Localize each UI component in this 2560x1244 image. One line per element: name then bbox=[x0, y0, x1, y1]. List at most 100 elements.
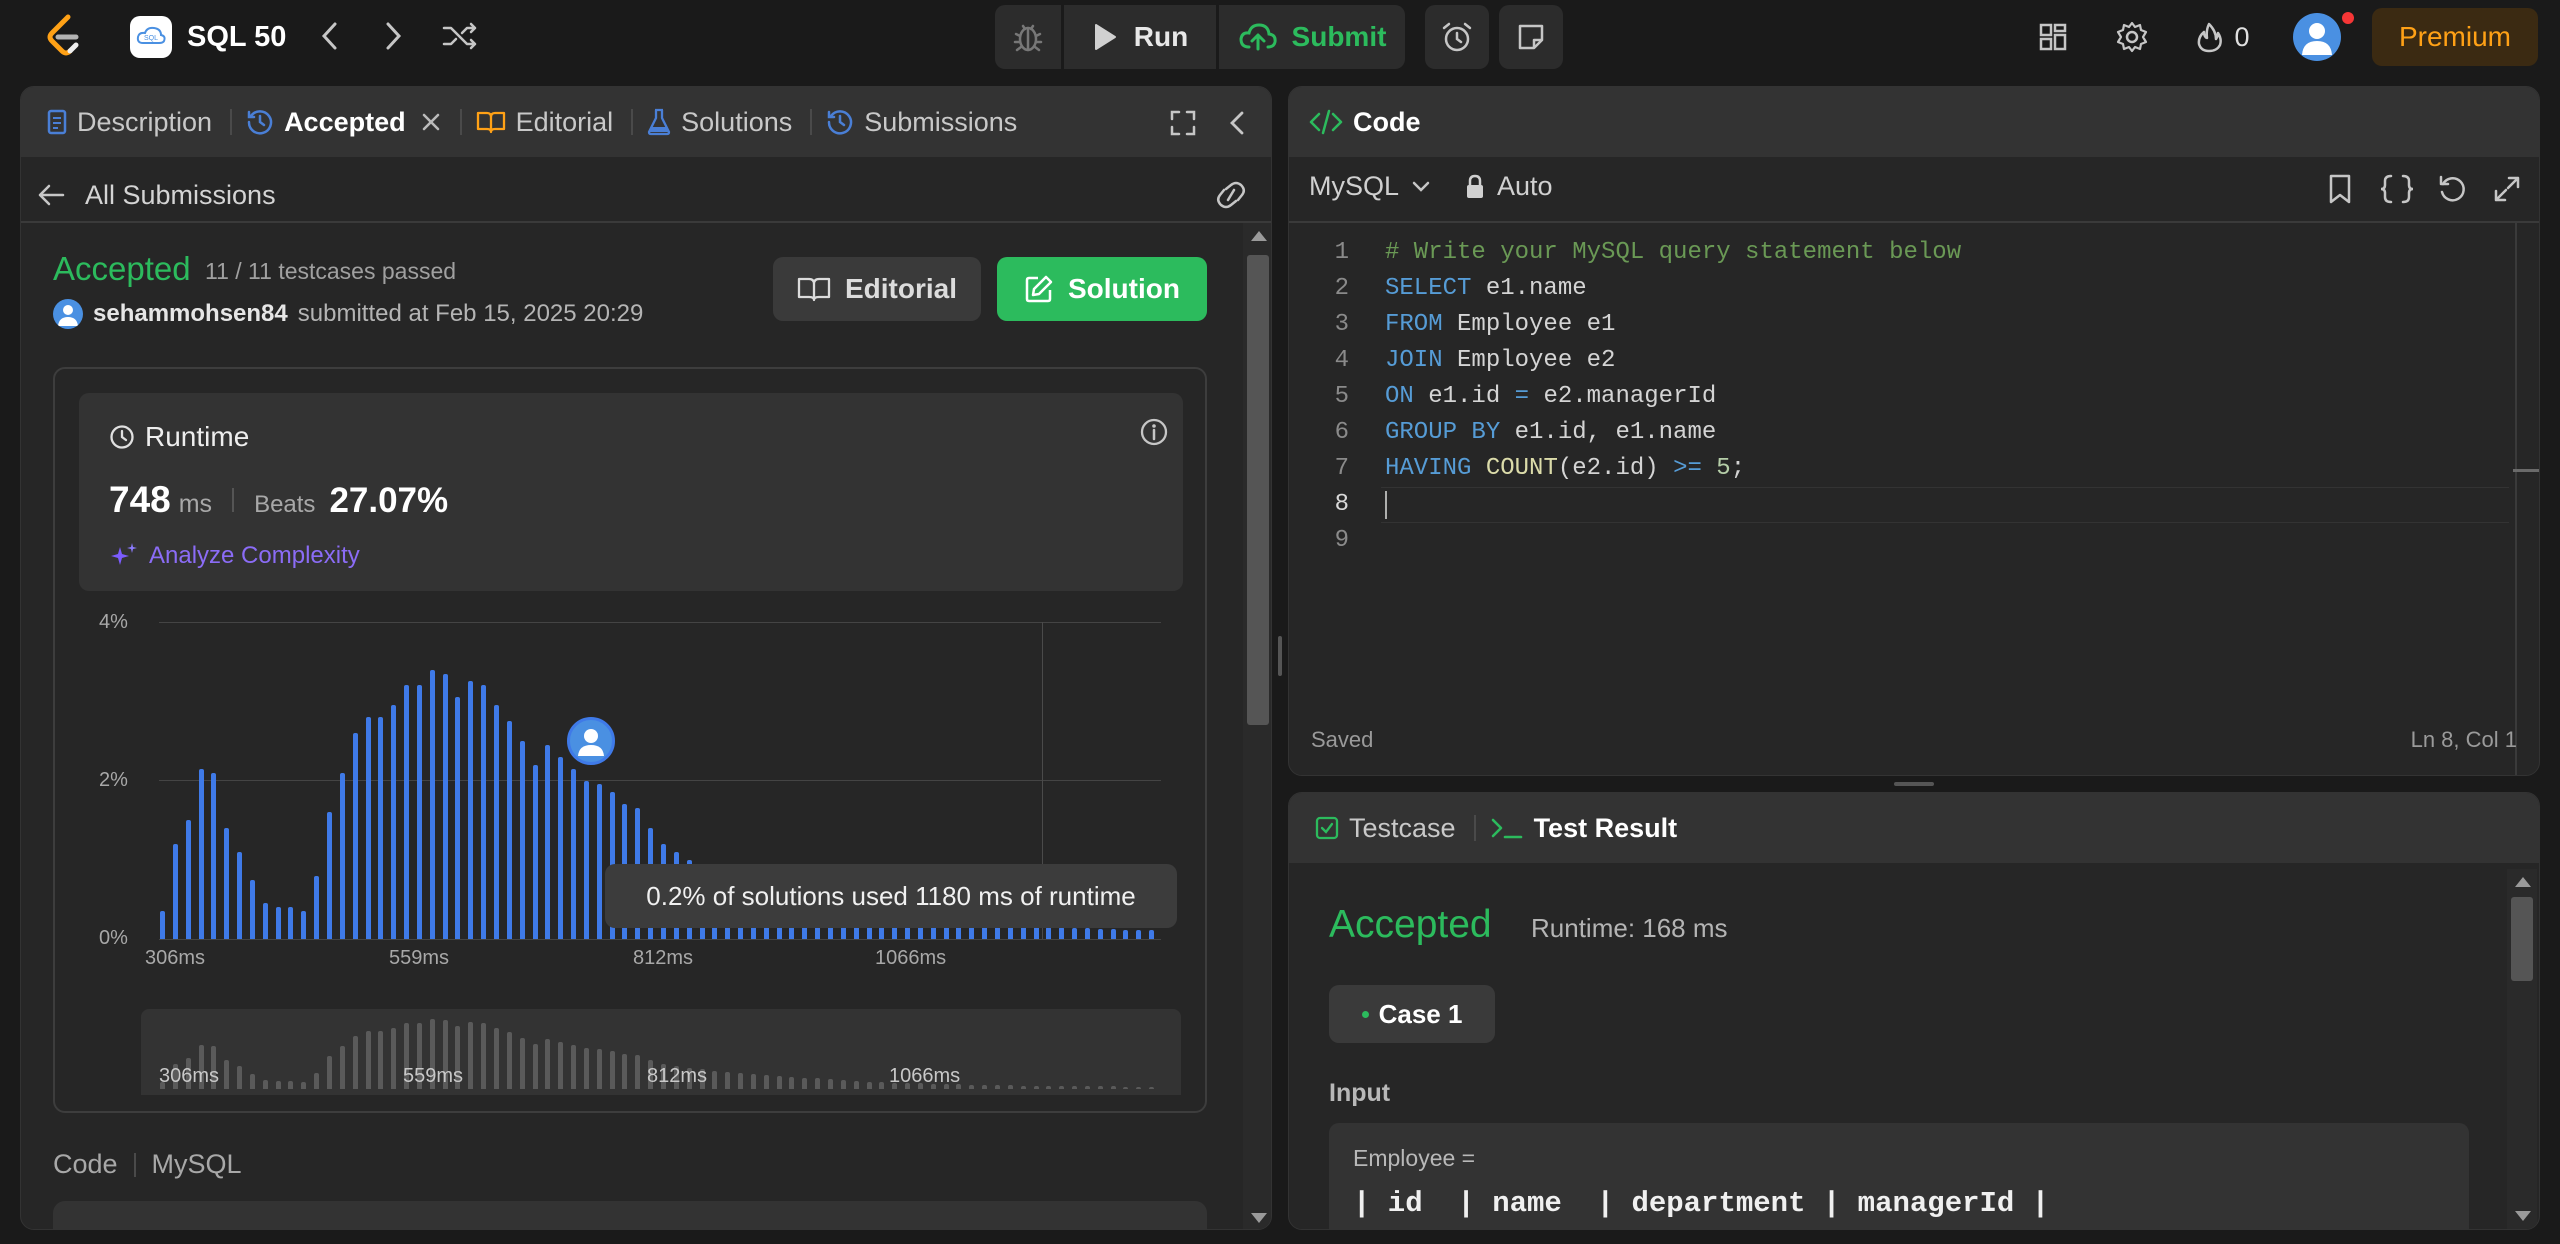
streak-counter[interactable]: 0 bbox=[2188, 16, 2258, 58]
notes-button[interactable] bbox=[1499, 5, 1563, 69]
tab-submissions[interactable]: Submissions bbox=[812, 87, 1035, 157]
avatar[interactable] bbox=[53, 299, 83, 329]
premium-button[interactable]: Premium bbox=[2372, 8, 2538, 66]
runtime-bar[interactable] bbox=[1084, 927, 1090, 939]
runtime-bar[interactable] bbox=[1097, 928, 1103, 939]
format-braces-icon[interactable] bbox=[2379, 173, 2415, 210]
solution-button[interactable]: Solution bbox=[997, 257, 1207, 321]
runtime-bar[interactable] bbox=[596, 784, 602, 939]
runtime-bar[interactable] bbox=[416, 685, 422, 939]
runtime-bar[interactable] bbox=[506, 721, 512, 939]
runtime-bar[interactable] bbox=[339, 772, 345, 939]
sql-study-plan-icon[interactable]: SQL bbox=[130, 16, 172, 58]
result-scrollbar-thumb[interactable] bbox=[2511, 897, 2533, 981]
runtime-bar[interactable] bbox=[160, 911, 165, 939]
info-icon[interactable] bbox=[1139, 417, 1169, 452]
code-editor[interactable]: 1 2 3 4 5 6 7 8 9 # Write your MySQL query state… bbox=[1289, 235, 2511, 675]
maximize-icon[interactable] bbox=[1169, 109, 1197, 142]
runtime-bar[interactable] bbox=[1123, 929, 1129, 939]
runtime-bar[interactable] bbox=[558, 756, 564, 939]
tab-accepted[interactable]: Accepted bbox=[232, 87, 460, 157]
runtime-bar[interactable] bbox=[494, 705, 499, 939]
shuffle-icon[interactable] bbox=[438, 16, 482, 56]
layout-icon[interactable] bbox=[2032, 16, 2074, 58]
runtime-bar[interactable] bbox=[468, 681, 474, 939]
runtime-bar[interactable] bbox=[172, 843, 178, 939]
my-submission-marker[interactable] bbox=[567, 717, 615, 765]
case-1-button[interactable]: Case 1 bbox=[1329, 985, 1495, 1043]
runtime-bar[interactable] bbox=[481, 685, 487, 939]
chevron-left-icon[interactable] bbox=[310, 16, 350, 56]
expand-icon[interactable] bbox=[2493, 175, 2521, 208]
runtime-bar[interactable] bbox=[1046, 927, 1052, 939]
runtime-bar[interactable] bbox=[301, 911, 307, 939]
analyze-complexity-link[interactable]: Analyze Complexity bbox=[109, 541, 360, 571]
result-scrollbar-track[interactable] bbox=[2507, 869, 2537, 1229]
runtime-bar[interactable] bbox=[429, 669, 435, 939]
avatar[interactable] bbox=[2293, 13, 2341, 61]
runtime-chart[interactable]: 4% 2% 0% 0.2% of solutions used 1180 ms … bbox=[55, 605, 1205, 969]
timer-button[interactable] bbox=[1425, 5, 1489, 69]
runtime-bar[interactable] bbox=[1072, 927, 1078, 939]
study-plan-title[interactable]: SQL 50 bbox=[187, 18, 286, 56]
bookmark-icon[interactable] bbox=[2327, 173, 2353, 210]
runtime-bar[interactable] bbox=[519, 740, 525, 939]
vertical-resizer[interactable] bbox=[1278, 636, 1282, 676]
gear-icon[interactable] bbox=[2111, 16, 2153, 58]
runtime-bar[interactable] bbox=[455, 697, 461, 939]
language-select[interactable]: MySQL bbox=[1309, 171, 1431, 202]
collapse-panel-icon[interactable] bbox=[1227, 109, 1247, 142]
reset-icon[interactable] bbox=[2437, 173, 2469, 210]
runtime-bar[interactable] bbox=[224, 828, 230, 939]
runtime-bar[interactable] bbox=[262, 903, 268, 939]
debug-button[interactable] bbox=[995, 5, 1061, 69]
close-icon[interactable] bbox=[420, 111, 442, 133]
scroll-down-arrow[interactable] bbox=[2515, 1211, 2531, 1221]
tab-code[interactable]: Code bbox=[1289, 87, 1439, 157]
left-scrollbar-thumb[interactable] bbox=[1247, 255, 1269, 725]
tab-description[interactable]: Description bbox=[21, 87, 230, 157]
runtime-bar[interactable] bbox=[185, 820, 191, 939]
runtime-bar[interactable] bbox=[404, 685, 410, 939]
runtime-bar[interactable] bbox=[1059, 927, 1065, 939]
runtime-bar[interactable] bbox=[275, 907, 281, 939]
scroll-down-arrow[interactable] bbox=[1251, 1213, 1267, 1223]
link-icon[interactable] bbox=[1213, 181, 1249, 214]
leetcode-logo[interactable] bbox=[40, 12, 88, 60]
runtime-bar[interactable] bbox=[378, 717, 384, 939]
runtime-bar[interactable] bbox=[249, 879, 255, 939]
left-scrollbar-track[interactable] bbox=[1243, 223, 1271, 1229]
runtime-bar[interactable] bbox=[1110, 928, 1116, 939]
runtime-bar[interactable] bbox=[198, 768, 204, 939]
runtime-bar[interactable] bbox=[571, 768, 577, 939]
runtime-bar[interactable] bbox=[327, 812, 332, 939]
tab-solutions[interactable]: Solutions bbox=[633, 87, 810, 157]
runtime-bar[interactable] bbox=[545, 744, 551, 939]
scroll-up-arrow[interactable] bbox=[1251, 231, 1267, 241]
chart-range-selector[interactable]: 306ms 559ms 812ms 1066ms bbox=[141, 1009, 1181, 1095]
runtime-bar[interactable] bbox=[442, 673, 448, 939]
runtime-bar[interactable] bbox=[391, 705, 397, 939]
tab-editorial[interactable]: Editorial bbox=[462, 87, 632, 157]
auto-mode[interactable]: Auto bbox=[1465, 171, 1553, 202]
scroll-up-arrow[interactable] bbox=[2515, 877, 2531, 887]
chevron-right-icon[interactable] bbox=[373, 16, 413, 56]
submit-button[interactable]: Submit bbox=[1219, 5, 1405, 69]
runtime-bar[interactable] bbox=[1149, 929, 1155, 939]
runtime-bar[interactable] bbox=[532, 764, 538, 939]
tab-testcase[interactable]: Testcase bbox=[1289, 793, 1474, 863]
runtime-bar[interactable] bbox=[288, 907, 294, 939]
runtime-bar[interactable] bbox=[1033, 926, 1039, 939]
run-button[interactable]: Run bbox=[1064, 5, 1216, 69]
runtime-bar[interactable] bbox=[237, 851, 243, 939]
runtime-bar[interactable] bbox=[352, 732, 358, 939]
runtime-bar[interactable] bbox=[365, 717, 371, 939]
horizontal-resizer[interactable] bbox=[1894, 782, 1934, 786]
all-submissions-link[interactable]: All Submissions bbox=[37, 171, 276, 219]
runtime-bar[interactable] bbox=[1136, 929, 1142, 939]
runtime-bar[interactable] bbox=[211, 772, 217, 939]
editorial-button[interactable]: Editorial bbox=[773, 257, 981, 321]
runtime-bar[interactable] bbox=[583, 780, 589, 939]
username-link[interactable]: sehammohsen84 bbox=[93, 300, 288, 328]
runtime-bar[interactable] bbox=[314, 875, 320, 939]
